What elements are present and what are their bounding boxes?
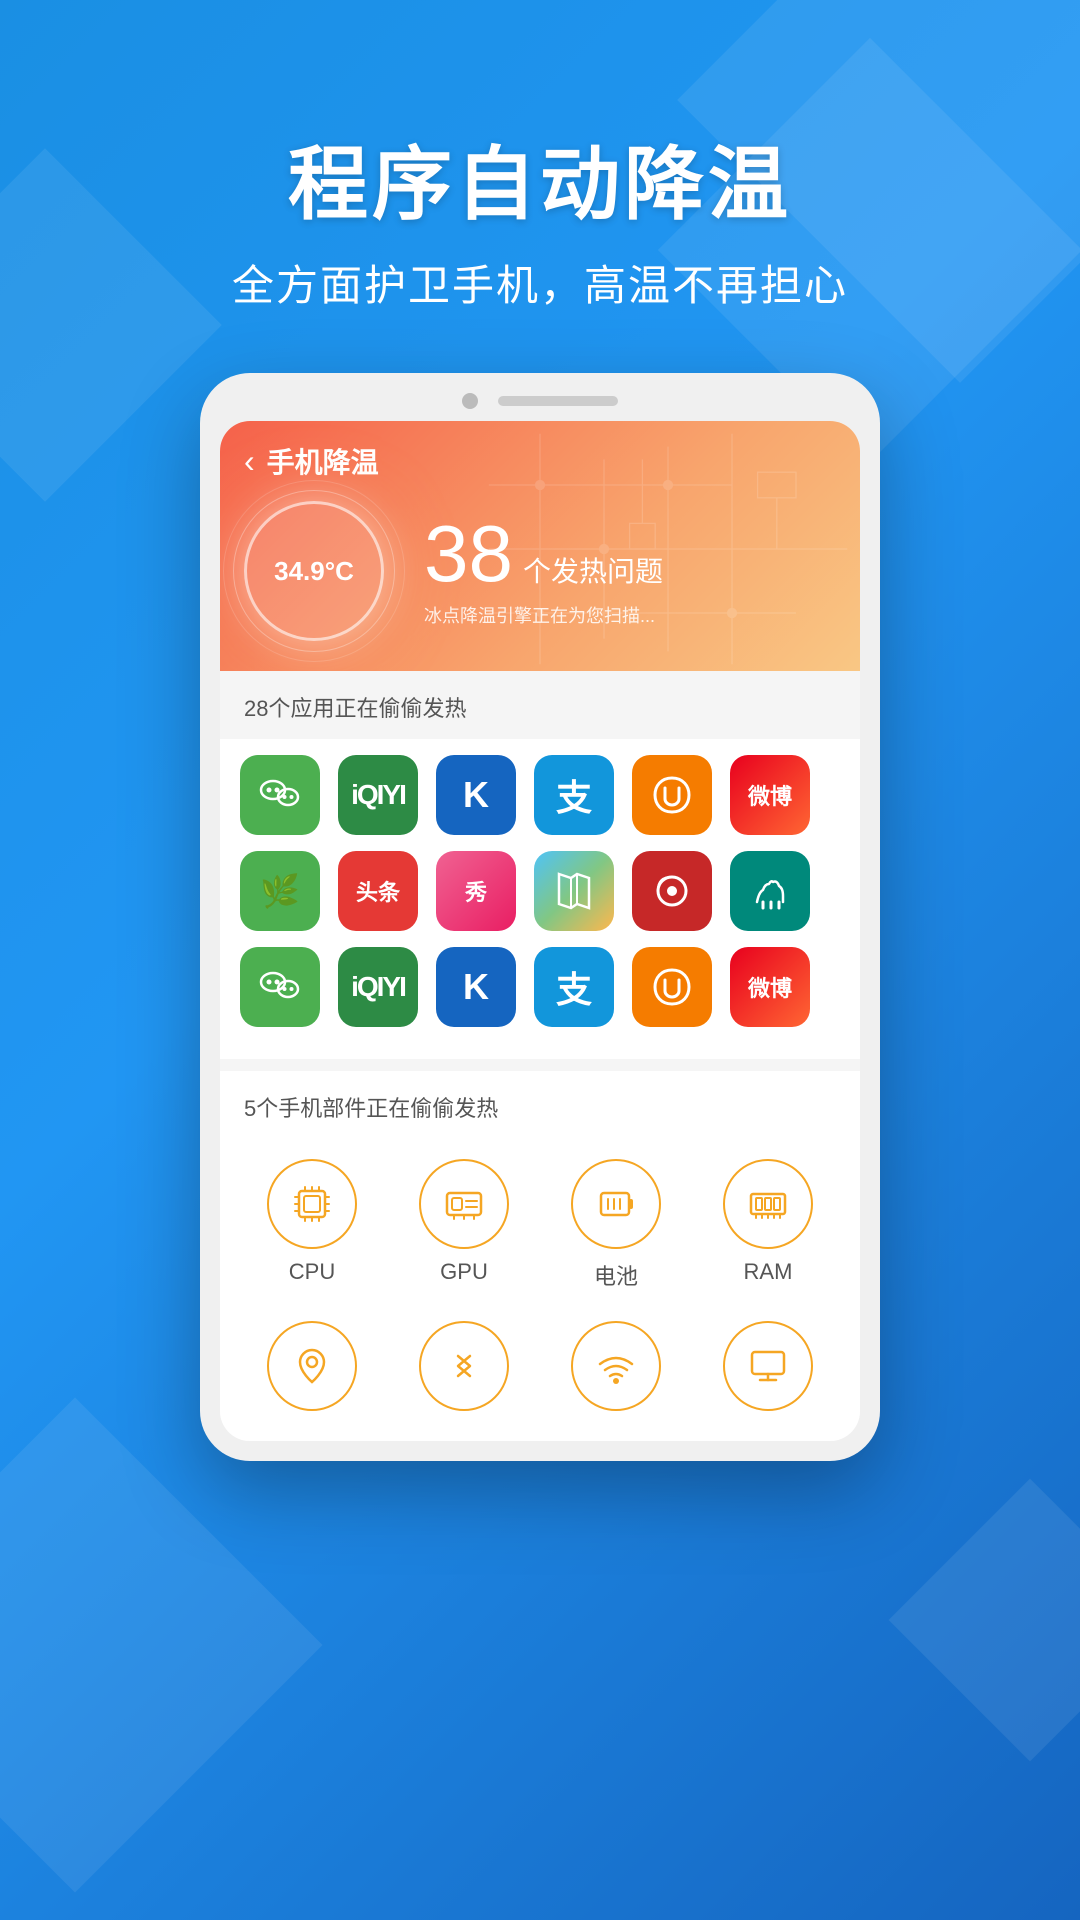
hw-item-battery: 电池 [540, 1159, 692, 1291]
app-icon-toutiao[interactable]: 头条 [338, 851, 418, 931]
apps-section-label: 28个应用正在偷偷发热 [220, 671, 860, 739]
apps-row-3: iQIYI K 支 微博 [240, 947, 840, 1027]
app-body: 28个应用正在偷偷发热 iQIYI K 支 [220, 671, 860, 1441]
hardware-section: 5个手机部件正在偷偷发热 [220, 1071, 860, 1441]
phone-speaker [498, 396, 618, 406]
bg-decoration-5 [0, 1398, 322, 1893]
app-icon-alipay-2[interactable]: 支 [534, 947, 614, 1027]
cpu-label: CPU [289, 1259, 335, 1285]
phone-top-bar [220, 393, 860, 409]
screen-icon [723, 1321, 813, 1411]
app-icon-weibo-1[interactable]: 微博 [730, 755, 810, 835]
app-icon-med[interactable]: 🌿 [240, 851, 320, 931]
header-section: 程序自动降温 全方面护卫手机，高温不再担心 [0, 0, 1080, 313]
app-icon-iqiyi-1[interactable]: iQIYI [338, 755, 418, 835]
app-icon-uc-2[interactable] [632, 947, 712, 1027]
apps-row-1: iQIYI K 支 微博 [240, 755, 840, 835]
gpu-icon [419, 1159, 509, 1249]
hw-item-location [236, 1321, 388, 1421]
app-icon-kuwo-2[interactable]: K [436, 947, 516, 1027]
sub-title: 全方面护卫手机，高温不再担心 [0, 252, 1080, 313]
app-icon-wechat-1[interactable] [240, 755, 320, 835]
battery-label: 电池 [594, 1259, 638, 1291]
app-icon-camel[interactable] [730, 851, 810, 931]
app-icon-uc-1[interactable] [632, 755, 712, 835]
app-icon-kuwo-1[interactable]: K [436, 755, 516, 835]
app-icon-wechat-2[interactable] [240, 947, 320, 1027]
battery-icon [571, 1159, 661, 1249]
app-icon-netease[interactable] [632, 851, 712, 931]
app-icon-xiuxiu[interactable]: 秀 [436, 851, 516, 931]
hardware-row-2 [220, 1311, 860, 1441]
phone-mockup: ‹ 手机降温 34.9°C 38 个发热问题 冰点降温引擎正在为您扫描... 2… [200, 373, 880, 1461]
wifi-icon [571, 1321, 661, 1411]
circuit-pattern [476, 421, 860, 671]
apps-row-2: 🌿 头条 秀 [240, 851, 840, 931]
bg-decoration-4 [889, 1479, 1080, 1762]
bluetooth-icon [419, 1321, 509, 1411]
temperature-circle: 34.9°C [244, 501, 384, 641]
gpu-label: GPU [440, 1259, 488, 1285]
ram-icon [723, 1159, 813, 1249]
app-icon-iqiyi-2[interactable]: iQIYI [338, 947, 418, 1027]
hw-item-screen [692, 1321, 844, 1421]
hardware-row-1: CPU [220, 1139, 860, 1311]
hw-item-wifi [540, 1321, 692, 1421]
hardware-section-label: 5个手机部件正在偷偷发热 [220, 1071, 860, 1139]
back-button[interactable]: ‹ [244, 443, 255, 480]
phone-screen: ‹ 手机降温 34.9°C 38 个发热问题 冰点降温引擎正在为您扫描... 2… [220, 421, 860, 1441]
hw-item-ram: RAM [692, 1159, 844, 1291]
apps-grid: iQIYI K 支 微博 [220, 739, 860, 1059]
temperature-value: 34.9°C [274, 556, 354, 587]
phone-camera [462, 393, 478, 409]
app-icon-maps[interactable] [534, 851, 614, 931]
app-icon-weibo-2[interactable]: 微博 [730, 947, 810, 1027]
cpu-icon [267, 1159, 357, 1249]
app-icon-alipay-1[interactable]: 支 [534, 755, 614, 835]
hw-item-cpu: CPU [236, 1159, 388, 1291]
ram-label: RAM [744, 1259, 793, 1285]
app-header: ‹ 手机降温 34.9°C 38 个发热问题 冰点降温引擎正在为您扫描... [220, 421, 860, 671]
location-icon [267, 1321, 357, 1411]
app-screen-title: 手机降温 [267, 441, 379, 481]
main-title: 程序自动降温 [0, 120, 1080, 236]
hw-item-gpu: GPU [388, 1159, 540, 1291]
hw-item-bluetooth [388, 1321, 540, 1421]
